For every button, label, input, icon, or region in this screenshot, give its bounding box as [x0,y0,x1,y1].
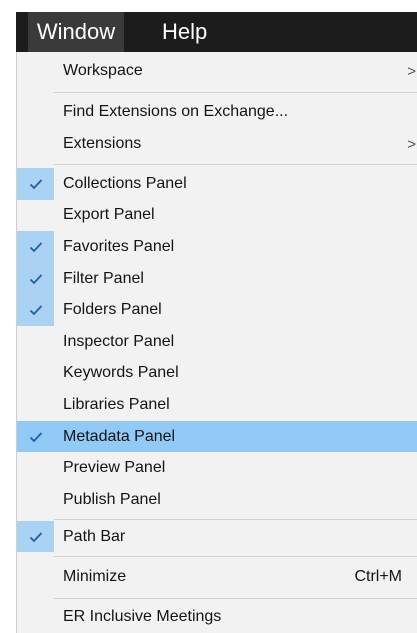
menu-item-label: Export Panel [63,206,155,224]
checkmark-icon [29,531,42,542]
menu-item-label: Keywords Panel [63,364,179,382]
menu-item-folders-panel[interactable]: Folders Panel [17,294,417,326]
window-menu-dropdown: Workspace > Find Extensions on Exchange.… [16,52,417,633]
menu-item-collections-panel[interactable]: Collections Panel [17,168,417,200]
menu-item-export-panel[interactable]: Export Panel [17,200,417,232]
check-cell [17,294,54,326]
menu-item-minimize[interactable]: Minimize Ctrl+M [17,560,417,594]
menu-separator [54,92,417,93]
check-cell [17,389,54,421]
menu-item-libraries-panel[interactable]: Libraries Panel [17,389,417,421]
menu-item-label: Workspace [63,62,143,79]
menu-item-label: Path Bar [63,527,126,545]
menu-item-favorites-panel[interactable]: Favorites Panel [17,231,417,263]
checkmark-icon [29,431,42,442]
menu-separator [54,556,417,557]
check-cell [17,200,54,232]
menu-item-extensions[interactable]: Extensions > [17,128,417,160]
menu-separator [54,519,417,520]
menu-item-workspace[interactable]: Workspace > [17,52,417,90]
checkmark-icon [29,242,42,253]
check-cell [17,452,54,484]
menu-item-filter-panel[interactable]: Filter Panel [17,262,417,295]
check-cell [17,420,54,453]
menu-separator [54,164,417,165]
chevron-right-icon: > [407,135,416,153]
menu-help[interactable]: Help [152,12,217,52]
menu-item-label: Favorites Panel [63,237,175,255]
check-cell [17,231,54,263]
menu-item-label: Collections Panel [63,174,187,192]
menu-item-path-bar[interactable]: Path Bar [17,521,417,552]
checkmark-icon [29,179,42,190]
menu-item-find-extensions[interactable]: Find Extensions on Exchange... [17,96,417,128]
menu-item-preview-panel[interactable]: Preview Panel [17,452,417,484]
menu-bar: Window Help [16,12,417,52]
menu-item-er-inclusive-meetings[interactable]: ER Inclusive Meetings [17,600,417,633]
menu-item-publish-panel[interactable]: Publish Panel [17,484,417,516]
check-cell [17,168,54,200]
checkmark-icon [29,305,42,316]
check-cell [17,484,54,516]
menu-item-label: Filter Panel [63,269,144,287]
check-cell [17,358,54,390]
menu-item-label: Metadata Panel [63,427,176,445]
menu-item-inspector-panel[interactable]: Inspector Panel [17,326,417,358]
check-cell [17,326,54,358]
menu-item-label: Find Extensions on Exchange... [63,103,289,120]
menu-item-label: Folders Panel [63,301,162,319]
menu-item-label: Extensions [63,135,142,152]
menu-item-label: Publish Panel [63,490,161,508]
menu-item-label: Inspector Panel [63,332,175,350]
menu-window[interactable]: Window [28,12,124,52]
menu-separator [54,598,417,599]
menu-item-label: Libraries Panel [63,395,170,413]
chevron-right-icon: > [407,62,416,80]
checkmark-icon [29,273,42,284]
check-cell [17,262,54,295]
check-cell [17,521,54,552]
menu-item-metadata-panel[interactable]: Metadata Panel [17,420,417,453]
menu-item-label: Preview Panel [63,459,166,477]
menu-item-label: ER Inclusive Meetings [63,607,222,625]
menu-item-label: Minimize [63,568,127,585]
menu-item-keywords-panel[interactable]: Keywords Panel [17,358,417,390]
shortcut-label: Ctrl+M [354,568,402,585]
